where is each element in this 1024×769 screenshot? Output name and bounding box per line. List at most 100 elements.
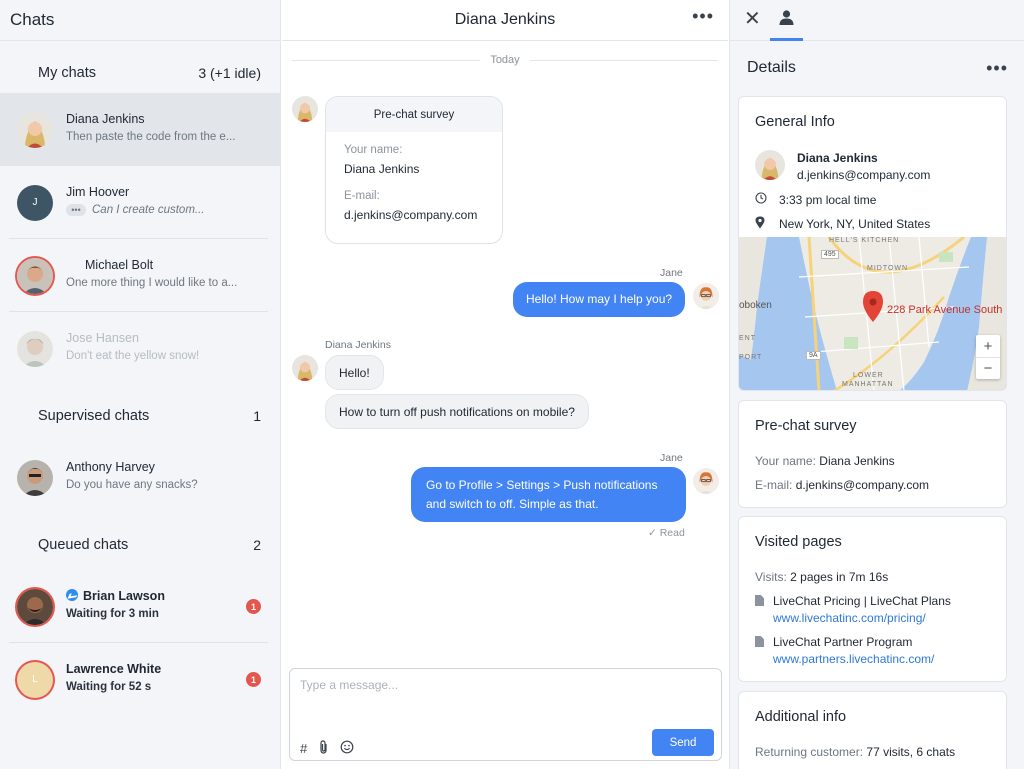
- document-icon: [755, 595, 764, 606]
- customer-avatar: [292, 96, 318, 122]
- location-map[interactable]: 228 Park Avenue South HELL'S KITCHEN MID…: [739, 237, 1006, 390]
- chat-preview: Do you have any snacks?: [66, 479, 198, 491]
- location: New York, NY, United States: [779, 217, 931, 231]
- message-sender: Diana Jenkins: [325, 339, 391, 351]
- survey-name-row: Your name: Diana Jenkins: [755, 454, 895, 468]
- message-bubble: Go to Profile > Settings > Push notifica…: [411, 467, 686, 522]
- date-divider: Today: [292, 54, 718, 68]
- my-chats-label: My chats: [38, 65, 97, 81]
- visited-page-title: LiveChat Partner Program: [773, 635, 913, 649]
- chat-preview: Then paste the code from the e...: [66, 131, 236, 143]
- chat-item-brian-lawson[interactable]: Brian Lawson Waiting for 3 min 1: [0, 570, 280, 643]
- survey-name-label: Your name:: [344, 144, 403, 156]
- more-options-icon[interactable]: •••: [986, 58, 1008, 79]
- route-shield: 9A: [806, 351, 821, 360]
- send-button[interactable]: Send: [652, 729, 714, 756]
- supervised-chats-count: 1: [253, 408, 261, 424]
- details-header: Details •••: [730, 41, 1024, 95]
- local-time-row: 3:33 pm local time: [755, 192, 876, 207]
- returning-customer-label: Returning customer:: [755, 745, 864, 759]
- chat-item-diana-jenkins[interactable]: Diana Jenkins Then paste the code from t…: [0, 93, 280, 166]
- chat-preview: Don't eat the yellow snow!: [66, 350, 200, 362]
- more-options-icon[interactable]: •••: [692, 7, 714, 25]
- chat-name: Jose Hansen: [66, 331, 139, 345]
- chat-item-michael-bolt[interactable]: Michael Bolt One more thing I would like…: [0, 239, 280, 312]
- clock-icon: [755, 192, 773, 207]
- visited-page-link[interactable]: www.partners.livechatinc.com/: [773, 652, 934, 666]
- chat-item-anthony-harvey[interactable]: Anthony Harvey Do you have any snacks?: [0, 441, 280, 514]
- chat-item-lawrence-white[interactable]: L Lawrence White Waiting for 52 s 1: [0, 643, 280, 716]
- prechat-survey-title: Pre-chat survey: [755, 418, 857, 434]
- map-area-label: LOWER: [853, 372, 884, 379]
- location-row: New York, NY, United States: [755, 216, 930, 232]
- message-bubble: How to turn off push notifications on mo…: [325, 394, 589, 429]
- chat-name: Michael Bolt: [85, 258, 154, 272]
- message-input[interactable]: [300, 678, 680, 692]
- route-shield: 495: [821, 250, 839, 259]
- map-area-label: MANHATTAN: [842, 381, 894, 388]
- visited-page-title: LiveChat Pricing | LiveChat Plans: [773, 594, 951, 608]
- customer-email: d.jenkins@company.com: [797, 168, 931, 182]
- location-pin-icon: [755, 216, 773, 232]
- customer-avatar: [755, 150, 785, 180]
- agent-avatar: [693, 468, 719, 494]
- read-receipt: ✓ Read: [648, 527, 685, 539]
- visited-pages-title: Visited pages: [755, 534, 842, 550]
- my-chats-header[interactable]: My chats 3 (+1 idle): [0, 41, 280, 93]
- chat-item-jim-hoover[interactable]: J Jim Hoover ••• Can I create custom...: [0, 166, 280, 239]
- survey-email-label: E-mail:: [344, 190, 380, 202]
- hashtag-icon[interactable]: #: [300, 741, 307, 756]
- chat-name: Diana Jenkins: [66, 112, 145, 126]
- survey-email-value: d.jenkins@company.com: [344, 208, 478, 222]
- prechat-survey-card: Pre-chat survey Your name: Diana Jenkins…: [325, 96, 503, 244]
- map-area-label: MIDTOWN: [867, 265, 909, 272]
- supervised-chats-header[interactable]: Supervised chats 1: [0, 391, 280, 441]
- my-chats-count: 3 (+1 idle): [198, 65, 261, 81]
- chat-item-jose-hansen[interactable]: Jose Hansen Don't eat the yellow snow!: [0, 312, 280, 385]
- visits-label: Visits:: [755, 570, 787, 584]
- attachment-icon[interactable]: [318, 740, 329, 757]
- tab-customer-details[interactable]: [770, 0, 803, 41]
- chat-preview: Waiting for 52 s: [66, 681, 152, 693]
- details-toolbar: ✕: [730, 0, 1024, 41]
- message-bubble: Hello!: [325, 355, 384, 390]
- visits-row: Visits: 2 pages in 7m 16s: [755, 570, 888, 584]
- map-area-label: PORT: [739, 354, 763, 361]
- details-title: Details: [747, 59, 796, 76]
- chat-preview: Can I create custom...: [92, 204, 205, 217]
- survey-name-value: Diana Jenkins: [344, 162, 420, 176]
- map-area-label: ENT: [739, 335, 756, 342]
- message-bubble: Hello! How may I help you?: [513, 282, 686, 317]
- emoji-icon[interactable]: [340, 740, 354, 757]
- sidebar-title: Chats: [0, 0, 280, 41]
- zoom-in-button[interactable]: +: [976, 335, 1000, 357]
- typing-indicator-icon: •••: [66, 204, 86, 216]
- queued-chats-header[interactable]: Queued chats 2: [0, 520, 280, 570]
- zoom-out-button[interactable]: −: [976, 357, 1000, 379]
- visited-page-link[interactable]: www.livechatinc.com/pricing/: [773, 611, 951, 625]
- map-zoom-control: + −: [976, 335, 1000, 379]
- avatar: J: [17, 184, 53, 221]
- general-info-card: General Info Diana Jenkins d.jenkins@com…: [738, 96, 1007, 391]
- prechat-survey-details-card: Pre-chat survey Your name: Diana Jenkins…: [738, 400, 1007, 508]
- active-tab-indicator: [770, 38, 803, 41]
- avatar: [17, 588, 53, 625]
- map-area-label: oboken: [739, 300, 772, 311]
- avatar: [17, 330, 53, 367]
- unread-badge: 1: [246, 599, 261, 614]
- close-icon[interactable]: ✕: [744, 9, 761, 29]
- chat-name: Anthony Harvey: [66, 460, 155, 474]
- map-pin-label: 228 Park Avenue South: [887, 304, 1003, 316]
- queued-chats-label: Queued chats: [38, 537, 129, 553]
- chat-preview: Waiting for 3 min: [66, 608, 159, 620]
- unread-badge: 1: [246, 672, 261, 687]
- agent-avatar: [693, 283, 719, 309]
- customer-avatar: [292, 355, 318, 381]
- local-time: 3:33 pm local time: [779, 192, 877, 207]
- survey-title: Pre-chat survey: [326, 97, 502, 132]
- avatar: [17, 111, 53, 148]
- chat-header: Diana Jenkins •••: [282, 0, 728, 41]
- map-area-label: HELL'S KITCHEN: [829, 237, 900, 244]
- queued-chats-count: 2: [253, 537, 261, 553]
- visited-page-item: LiveChat Partner Program www.partners.li…: [755, 635, 934, 666]
